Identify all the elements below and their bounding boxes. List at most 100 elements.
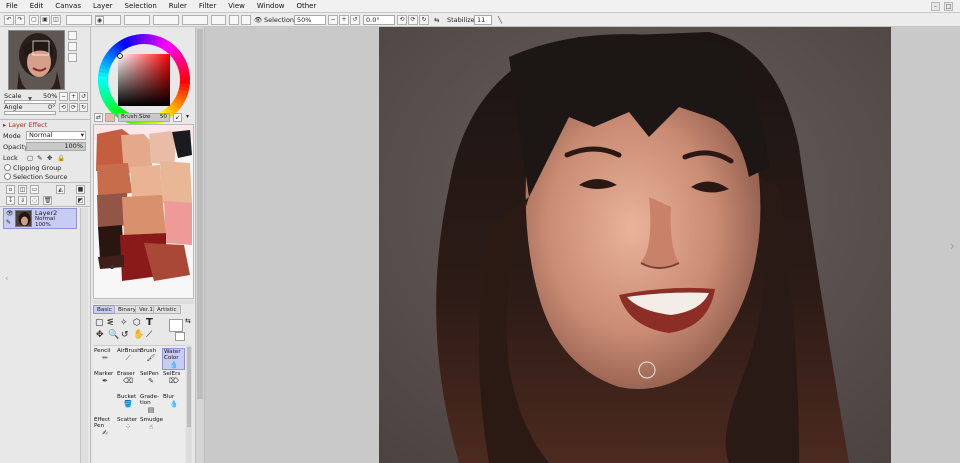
scratch-pad[interactable] [93,124,194,299]
lock-icon[interactable]: 🔒 [57,154,65,162]
color-wheel-toggle-icon[interactable]: ◉ [95,16,104,25]
zoom-in-icon[interactable]: + [339,15,349,25]
lock-paint-icon[interactable]: ✎ [37,154,42,162]
text-tool-icon[interactable]: T [146,317,153,328]
tool-grade-tion[interactable]: Grade- tion ▤ [139,394,162,416]
rotate-right-icon[interactable]: ⟳ [69,103,78,112]
brush-size-bar[interactable]: Brush Size 50 [118,113,170,122]
zoom-out-icon[interactable]: − [328,15,338,25]
menu-window[interactable]: Window [251,0,291,13]
tool-marker[interactable]: Marker ✒ [93,371,116,393]
rotate-left-icon[interactable]: ⟲ [397,15,407,25]
panel-scroll-thumb[interactable] [197,29,203,399]
navigator-button-2[interactable] [68,42,77,51]
tool-bucket[interactable]: Bucket 🪣 [116,394,139,416]
navigator-button-1[interactable] [68,31,77,40]
layer-row[interactable]: 👁 ✎ Layer2 Normal 100% [3,208,77,229]
zoom-field[interactable]: 50% [294,15,326,25]
stabilizer-field[interactable]: 11 [474,15,492,25]
menu-file[interactable]: File [0,0,24,13]
eyedropper-icon[interactable]: ⟋ [146,330,152,340]
hand-icon[interactable]: ✋ [133,330,144,340]
navigator-button-3[interactable] [68,53,77,62]
panel-scrollbar[interactable] [196,27,205,463]
mode-select[interactable]: Normal ▾ [26,131,86,140]
layer-option-icon[interactable]: ■ [76,185,85,194]
menu-selection[interactable]: Selection [119,0,163,13]
tool-grid-scrollbar[interactable] [186,345,192,463]
move-shape-icon[interactable]: ⬡ [133,318,141,328]
menu-edit[interactable]: Edit [24,0,50,13]
menu-ruler[interactable]: Ruler [163,0,193,13]
lasso-icon[interactable]: ᓬ [107,318,114,328]
new-layer-icon[interactable]: ▫ [6,185,15,194]
new-folder-icon[interactable]: ▭ [30,185,39,194]
flip-horizontal-icon[interactable]: ⇆ [434,15,439,25]
tool-effect-pen[interactable]: Effect Pen ✍ [93,417,116,439]
layer-mask-icon[interactable]: ◭ [56,185,65,194]
zoom-icon[interactable]: 🔍 [108,330,119,340]
tool-selpen[interactable]: SelPen ✎ [139,371,162,393]
tool-grid-scroll-thumb[interactable] [187,347,191,427]
transfer-down-icon[interactable]: ↧ [6,196,15,205]
rect-select-icon[interactable]: ▢ [95,318,104,328]
tool-airbrush[interactable]: AirBrush ⟋ [116,348,141,370]
eye-icon[interactable]: 👁 [6,210,14,217]
chevron-down-icon[interactable]: ▾ [186,113,189,120]
deselect-icon[interactable]: ▢ [29,15,39,25]
scale-slider-thumb[interactable] [28,97,32,101]
layer-list-scrollbar[interactable] [80,208,88,463]
clear-layer-icon[interactable]: ◌ [30,196,39,205]
tab-artistic[interactable]: Artistic [153,305,181,314]
menu-canvas[interactable]: Canvas [49,0,87,13]
menu-layer[interactable]: Layer [87,0,119,13]
straight-line-icon[interactable]: ╲ [498,15,502,25]
chevron-right-icon[interactable]: › [950,239,955,253]
lock-transparency-icon[interactable]: ▢ [27,154,33,162]
clipping-group-checkbox[interactable] [4,164,11,171]
rotate-icon[interactable]: ↺ [121,330,129,340]
toolbar-button-c[interactable] [241,15,251,25]
brush-preset-icon[interactable]: ↙ [173,113,182,122]
zoom-in-icon[interactable]: + [69,92,78,101]
toolbar-button-a[interactable] [211,15,226,25]
invert-selection-icon[interactable]: ▣ [40,15,50,25]
canvas-area[interactable]: › [205,27,960,463]
rotate-right-icon[interactable]: ⟳ [408,15,418,25]
zoom-out-icon[interactable]: − [59,92,68,101]
rotate-reset-icon[interactable]: ↻ [419,15,429,25]
tool-scatter[interactable]: Scatter ⁘ [116,417,139,439]
zoom-reset-icon[interactable]: ↺ [79,92,88,101]
magic-wand-icon[interactable]: ✧ [120,318,128,328]
tool-water-color[interactable]: Water Color 💧 [162,348,185,370]
eye-icon[interactable]: 👁 [254,15,262,25]
restore-icon[interactable]: □ [944,2,953,11]
zoom-combo-icon[interactable] [66,15,92,25]
color-swatch-slot[interactable] [105,113,115,122]
move-icon[interactable]: ✥ [96,330,104,340]
canvas-painting[interactable] [379,27,891,463]
rotate-reset-icon[interactable]: ↻ [79,103,88,112]
rotate-left-icon[interactable]: ⟲ [59,103,68,112]
undo-icon[interactable]: ↶ [4,15,14,25]
menu-filter[interactable]: Filter [193,0,222,13]
minimize-icon[interactable]: – [931,2,940,11]
primary-color-swatch[interactable] [169,319,183,332]
new-linework-layer-icon[interactable]: ◫ [18,185,27,194]
lock-move-icon[interactable]: ✥ [47,154,52,162]
merge-down-icon[interactable]: ⇓ [18,196,27,205]
navigator-preview[interactable] [8,30,65,90]
delete-layer-icon[interactable]: 🗑 [43,196,52,205]
layer-option2-icon[interactable]: ◩ [76,196,85,205]
chevron-left-icon[interactable]: ‹ [5,274,9,284]
scratch-pad-splitter[interactable] [93,300,194,304]
tool-eraser[interactable]: Eraser ⌫ [116,371,139,393]
secondary-color-swatch[interactable] [175,332,185,341]
tab-basic[interactable]: Basic [93,305,116,314]
selection-edge-icon[interactable]: ◫ [51,15,61,25]
swap-colors-icon[interactable]: ⇆ [185,317,191,325]
tool-smudge[interactable]: Smudge ☝ [139,417,163,439]
angle-slider[interactable] [4,111,56,115]
rotation-field[interactable]: 0.0° [363,15,395,25]
swap-colors-icon[interactable]: ⇄ [94,113,103,122]
